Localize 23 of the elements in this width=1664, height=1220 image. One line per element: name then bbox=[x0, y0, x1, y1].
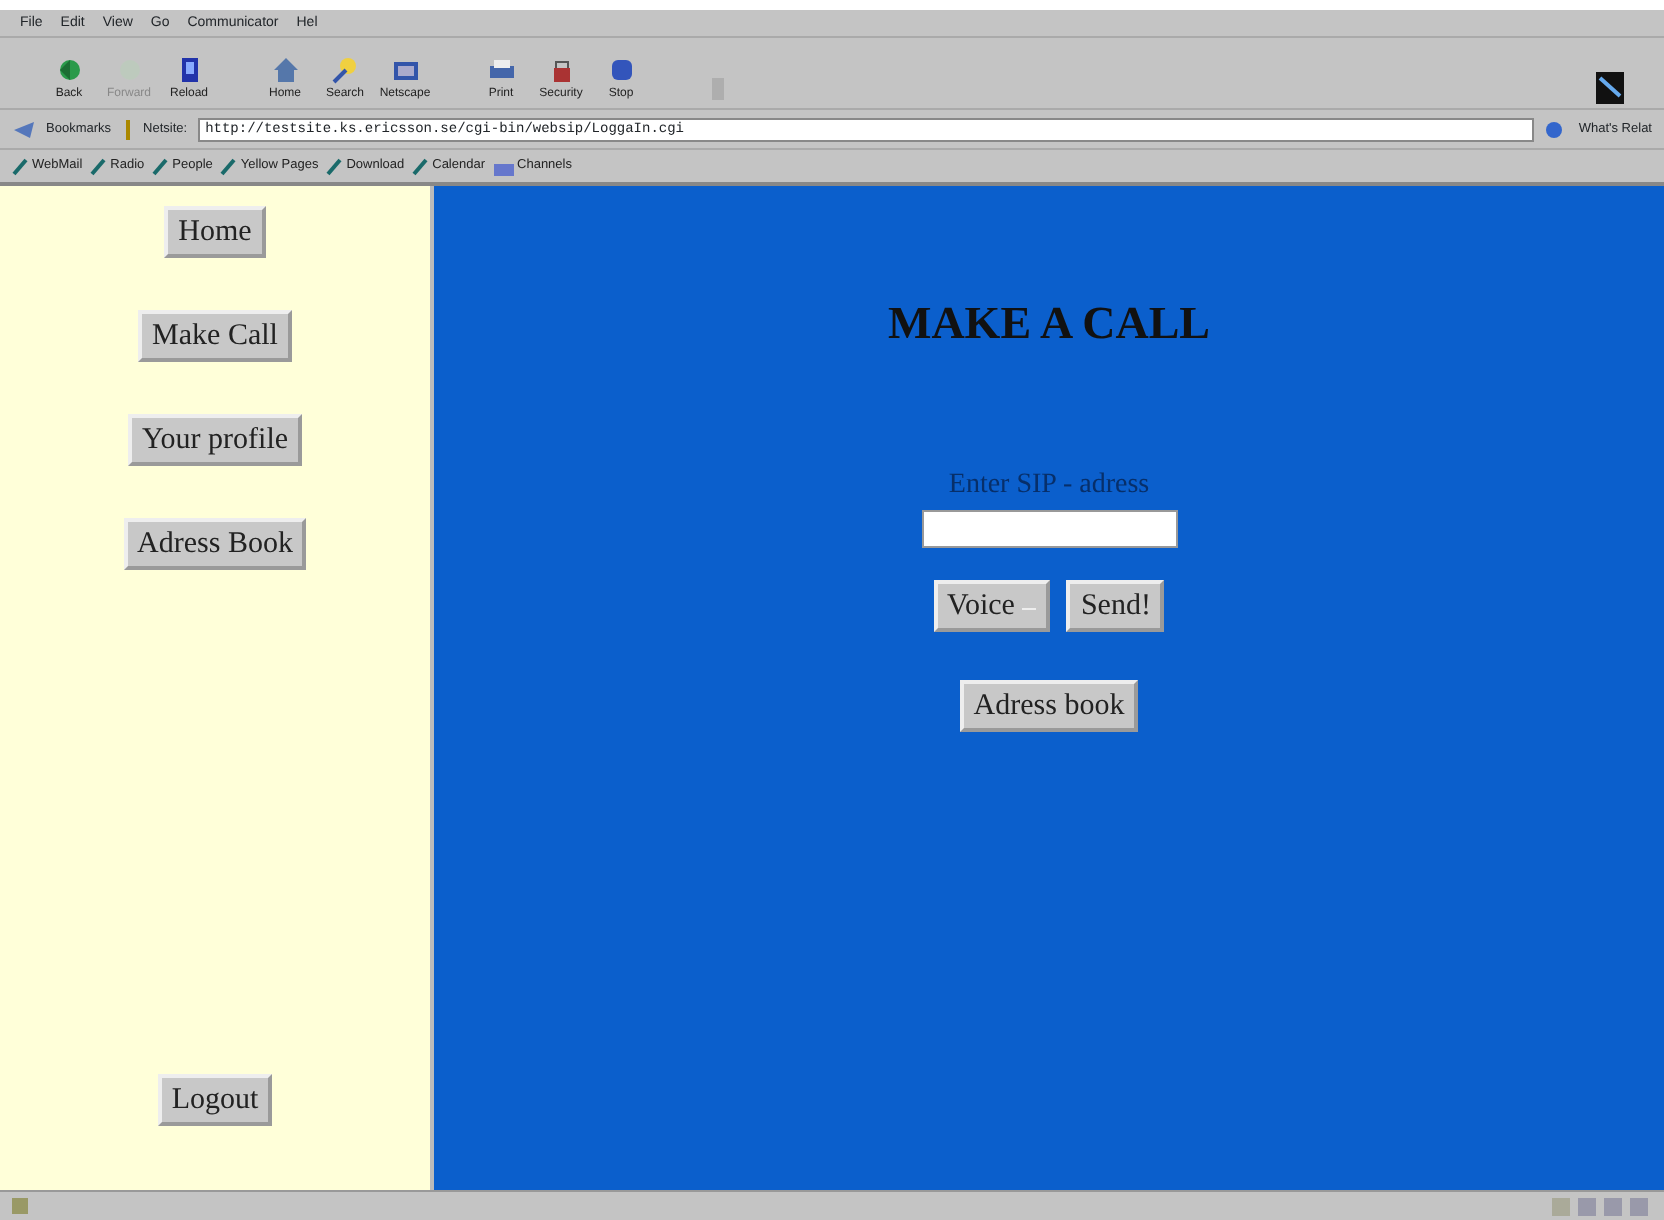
nav-button[interactable]: Your profile bbox=[127, 414, 303, 466]
sip-address-field[interactable] bbox=[921, 509, 1177, 548]
nav-button[interactable]: Home bbox=[164, 206, 266, 258]
call-type-select[interactable]: Voice bbox=[933, 579, 1051, 632]
send-button[interactable]: Send! bbox=[1066, 579, 1165, 632]
nav-button[interactable]: Adress Book bbox=[123, 518, 307, 570]
pencil-icon bbox=[90, 157, 107, 175]
component-bar-icon bbox=[1552, 1197, 1652, 1215]
security-status-icon bbox=[12, 1198, 28, 1214]
pencil-icon bbox=[152, 157, 169, 175]
pencil-icon bbox=[220, 157, 237, 175]
pencil-icon bbox=[412, 157, 429, 175]
logout-button[interactable]: Logout bbox=[157, 1074, 273, 1126]
nav-button[interactable]: Make Call bbox=[138, 310, 292, 362]
pencil-icon bbox=[326, 157, 343, 175]
page-title: MAKE A CALL bbox=[887, 296, 1211, 352]
search-icon bbox=[329, 54, 361, 86]
field-label: Enter SIP - adress bbox=[948, 467, 1150, 504]
logo-icon bbox=[1596, 72, 1624, 104]
bookmark-icon bbox=[12, 119, 36, 139]
house-icon bbox=[269, 54, 301, 86]
address-book-button[interactable]: Adress book bbox=[959, 679, 1139, 732]
pencil-icon bbox=[12, 157, 28, 175]
